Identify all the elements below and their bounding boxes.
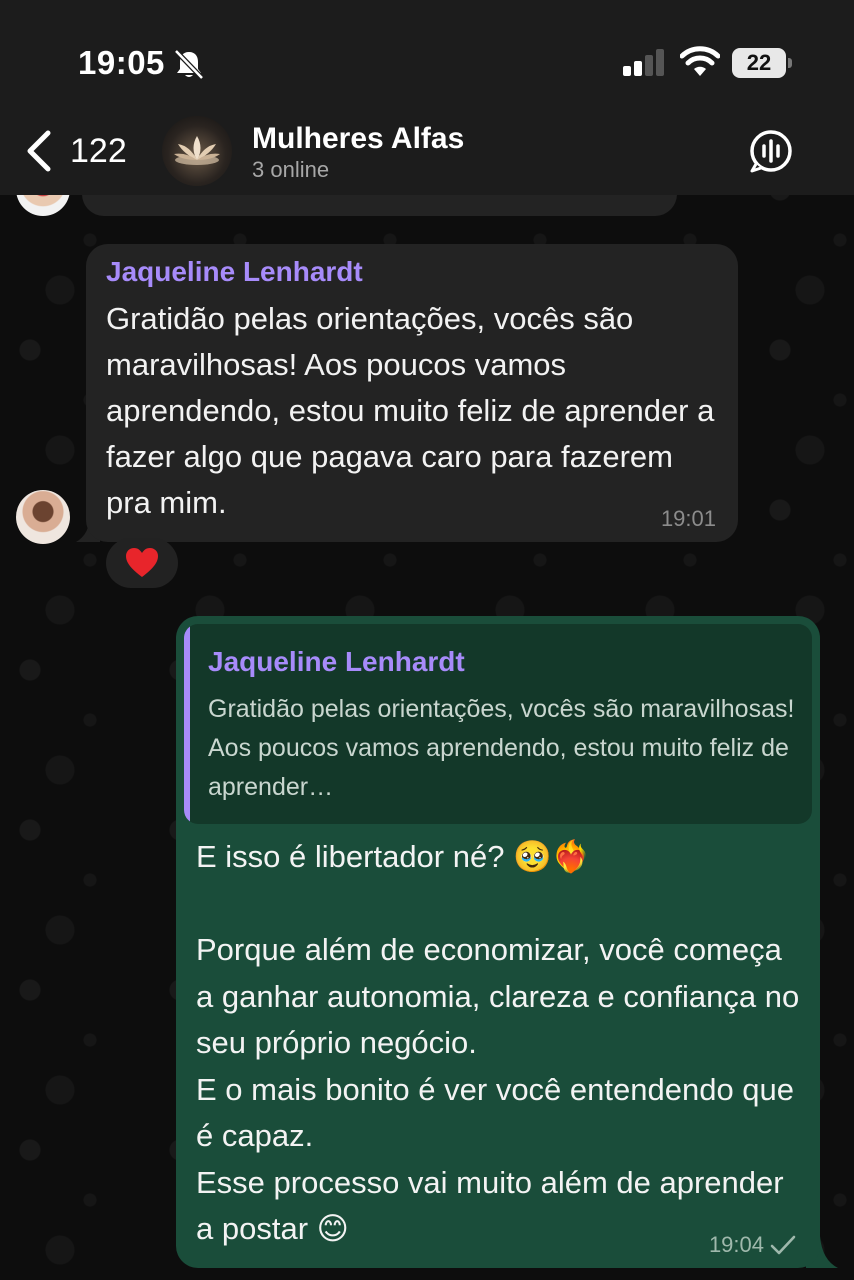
bell-slash-icon	[174, 49, 204, 80]
back-button[interactable]: 122	[24, 128, 134, 174]
message-text: Gratidão pelas orientações, vocês são ma…	[106, 301, 715, 520]
voice-chat-icon[interactable]	[748, 128, 794, 174]
battery-level: 22	[732, 48, 786, 78]
reaction-badge[interactable]	[106, 538, 178, 588]
chevron-left-icon	[27, 130, 51, 172]
outgoing-message-bubble[interactable]: Jaqueline Lenhardt Gratidão pelas orient…	[176, 616, 820, 1268]
battery-tip	[788, 58, 792, 68]
cellular-signal-icon	[623, 49, 664, 76]
unread-count: 122	[70, 131, 127, 170]
group-avatar[interactable]	[162, 116, 232, 186]
message-time: 19:04	[708, 1232, 764, 1257]
incoming-message-bubble[interactable]: Jaqueline Lenhardt Gratidão pelas orient…	[86, 244, 738, 542]
battery-icon: 22	[732, 48, 792, 78]
avatar[interactable]	[16, 490, 70, 544]
heart-icon	[126, 548, 158, 577]
reply-quote[interactable]: Jaqueline Lenhardt Gratidão pelas orient…	[184, 624, 812, 824]
lotus-icon	[174, 136, 220, 165]
chat-header: 19:05 22 122 Mulheres Alfas 3 online	[0, 0, 854, 195]
quote-text: Gratidão pelas orientações, vocês são ma…	[208, 695, 795, 801]
message-meta: 19:04	[709, 1232, 796, 1258]
single-check-icon	[770, 1235, 796, 1255]
sender-name[interactable]: Jaqueline Lenhardt	[106, 256, 363, 288]
online-status: 3 online	[252, 157, 330, 182]
wifi-icon	[680, 46, 720, 76]
quote-sender-name: Jaqueline Lenhardt	[208, 646, 465, 677]
quote-accent-bar	[184, 624, 190, 824]
message-time: 19:01	[660, 506, 716, 531]
status-bar: 19:05 22	[0, 0, 854, 110]
message-text: E isso é libertador né? 🥹❤️‍🔥 Porque alé…	[196, 839, 800, 1246]
status-time: 19:05	[78, 44, 165, 81]
group-name[interactable]: Mulheres Alfas	[252, 122, 464, 156]
